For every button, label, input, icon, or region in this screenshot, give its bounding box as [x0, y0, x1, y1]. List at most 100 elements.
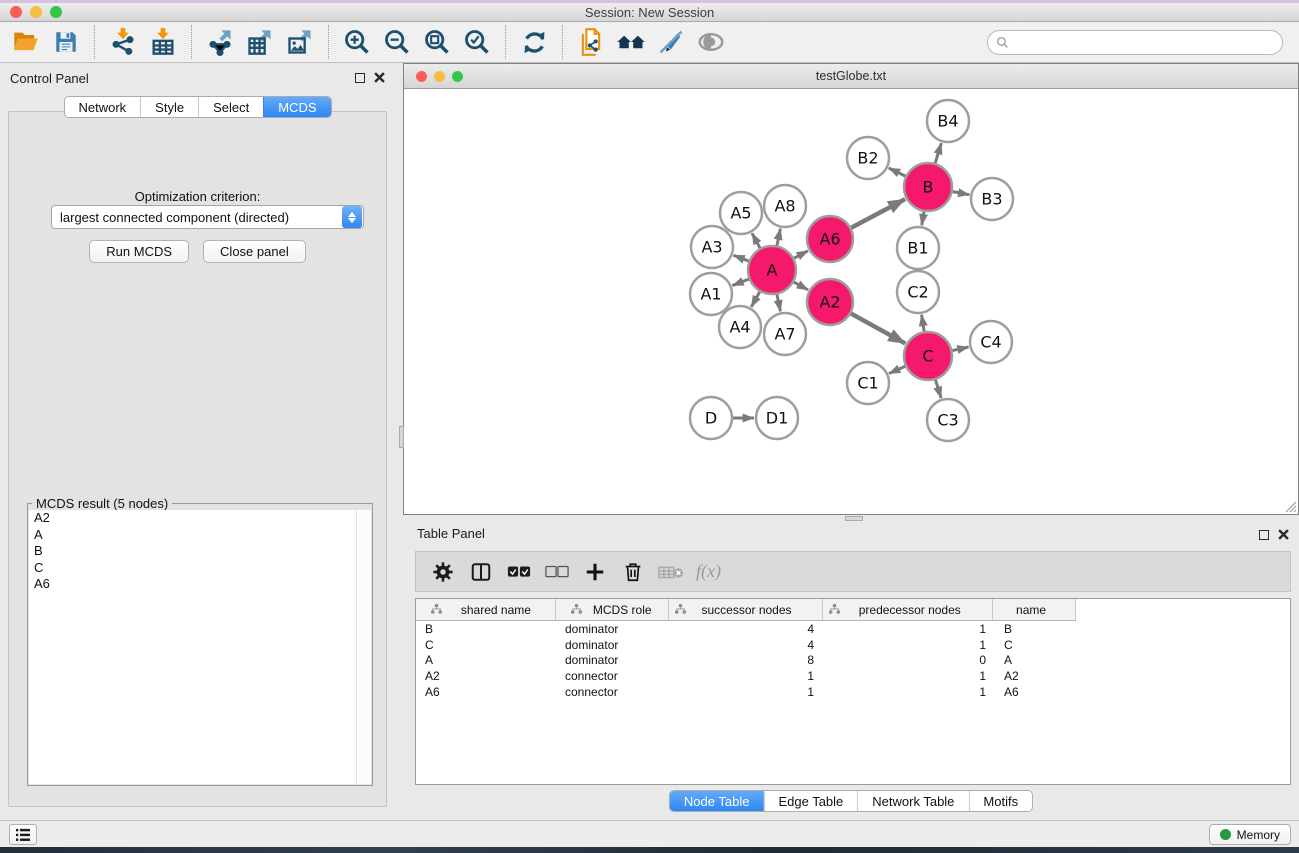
table-cell[interactable]: 8: [669, 653, 824, 667]
network-canvas[interactable]: AA1A2A3A4A5A6A7A8BB1B2B3B4CC1C2C3C4DD1: [404, 89, 1298, 514]
delete-table-button[interactable]: [652, 555, 690, 589]
column-header-successor-nodes[interactable]: successor nodes: [669, 599, 824, 620]
mcds-result-item[interactable]: A: [29, 527, 356, 544]
export-image-button[interactable]: [280, 24, 320, 60]
graph-edge[interactable]: [752, 233, 760, 248]
hide-labels-button[interactable]: [651, 24, 691, 60]
float-panel-icon[interactable]: [1259, 530, 1269, 540]
close-panel-icon[interactable]: [1278, 529, 1289, 540]
graph-edge[interactable]: [777, 229, 780, 246]
table-cell[interactable]: 1: [824, 622, 994, 636]
graph-edge[interactable]: [935, 380, 941, 398]
table-row[interactable]: A2connector11A2: [416, 668, 1290, 684]
table-cell[interactable]: A: [416, 653, 556, 667]
home-view-button[interactable]: [611, 24, 651, 60]
close-panel-icon[interactable]: [374, 72, 385, 83]
tab-edge-table[interactable]: Edge Table: [763, 791, 857, 811]
table-cell[interactable]: B: [994, 622, 1076, 636]
table-cell[interactable]: A6: [416, 685, 556, 699]
run-mcds-button[interactable]: Run MCDS: [89, 240, 189, 263]
task-history-button[interactable]: [9, 824, 37, 845]
open-session-button[interactable]: [6, 24, 46, 60]
table-cell[interactable]: dominator: [556, 638, 669, 652]
table-cell[interactable]: connector: [556, 669, 669, 683]
import-network-button[interactable]: [103, 24, 143, 60]
save-session-button[interactable]: [46, 24, 86, 60]
select-all-button[interactable]: [500, 555, 538, 589]
graph-edge[interactable]: [889, 366, 905, 373]
table-cell[interactable]: 1: [824, 638, 994, 652]
graph-edge[interactable]: [935, 143, 941, 163]
graph-edge[interactable]: [751, 292, 760, 307]
mcds-result-item[interactable]: A2: [29, 510, 356, 527]
resize-grip-icon[interactable]: [1283, 499, 1297, 513]
mcds-list-scrollbar[interactable]: [356, 510, 371, 784]
column-header-mcds-role[interactable]: MCDS role: [556, 599, 669, 620]
graph-edge[interactable]: [851, 314, 905, 344]
function-builder-button[interactable]: f(x): [696, 561, 721, 582]
create-column-button[interactable]: [576, 555, 614, 589]
graph-edge[interactable]: [922, 315, 925, 332]
mcds-result-item[interactable]: C: [29, 560, 356, 577]
table-cell[interactable]: 4: [669, 638, 824, 652]
float-panel-icon[interactable]: [355, 73, 365, 83]
zoom-selected-button[interactable]: [457, 24, 497, 60]
tab-select[interactable]: Select: [198, 97, 263, 117]
graph-edge[interactable]: [953, 192, 970, 195]
table-cell[interactable]: 0: [824, 653, 994, 667]
table-cell[interactable]: B: [416, 622, 556, 636]
mcds-result-item[interactable]: B: [29, 543, 356, 560]
table-cell[interactable]: C: [416, 638, 556, 652]
criterion-dropdown[interactable]: largest connected component (directed): [51, 205, 364, 229]
table-row[interactable]: A6connector11A6: [416, 684, 1290, 700]
search-input[interactable]: [1014, 35, 1274, 49]
zoom-fit-button[interactable]: [417, 24, 457, 60]
import-table-button[interactable]: [143, 24, 183, 60]
mcds-result-item[interactable]: A6: [29, 576, 356, 593]
graph-edge[interactable]: [733, 255, 748, 261]
graph-edge[interactable]: [889, 168, 906, 176]
table-row[interactable]: Bdominator41B: [416, 621, 1290, 637]
refresh-view-button[interactable]: [514, 24, 554, 60]
network-graph[interactable]: AA1A2A3A4A5A6A7A8BB1B2B3B4CC1C2C3C4DD1: [404, 89, 1298, 514]
graph-edge[interactable]: [777, 294, 780, 311]
column-header-predecessor-nodes[interactable]: predecessor nodes: [823, 599, 993, 620]
tab-mcds[interactable]: MCDS: [263, 97, 330, 117]
clone-network-button[interactable]: [571, 24, 611, 60]
graph-edge[interactable]: [794, 251, 808, 258]
graph-edge[interactable]: [732, 279, 748, 285]
table-cell[interactable]: 1: [669, 685, 824, 699]
table-settings-button[interactable]: [424, 555, 462, 589]
table-row[interactable]: Adominator80A: [416, 653, 1290, 669]
zoom-out-button[interactable]: [377, 24, 417, 60]
memory-button[interactable]: Memory: [1209, 824, 1291, 845]
table-cell[interactable]: dominator: [556, 653, 669, 667]
graph-edge[interactable]: [952, 347, 968, 351]
show-columns-button[interactable]: [462, 555, 500, 589]
table-cell[interactable]: 1: [824, 669, 994, 683]
column-header-name[interactable]: name: [993, 599, 1075, 620]
close-panel-button[interactable]: Close panel: [203, 240, 306, 263]
table-cell[interactable]: A2: [994, 669, 1076, 683]
graph-edge[interactable]: [851, 199, 905, 228]
table-cell[interactable]: A6: [994, 685, 1076, 699]
table-cell[interactable]: connector: [556, 685, 669, 699]
table-cell[interactable]: A: [994, 653, 1076, 667]
search-field[interactable]: [987, 30, 1283, 55]
table-cell[interactable]: dominator: [556, 622, 669, 636]
graph-edge[interactable]: [794, 282, 808, 290]
export-network-button[interactable]: [200, 24, 240, 60]
table-cell[interactable]: A2: [416, 669, 556, 683]
table-cell[interactable]: C: [994, 638, 1076, 652]
tab-network[interactable]: Network: [64, 97, 140, 117]
table-cell[interactable]: 1: [824, 685, 994, 699]
graphics-details-button[interactable]: [691, 24, 731, 60]
table-cell[interactable]: 4: [669, 622, 824, 636]
network-window-titlebar[interactable]: testGlobe.txt: [404, 64, 1298, 89]
tab-node-table[interactable]: Node Table: [670, 791, 764, 811]
tab-style[interactable]: Style: [140, 97, 198, 117]
mcds-result-list[interactable]: A2ABCA6: [29, 510, 356, 784]
export-table-button[interactable]: [240, 24, 280, 60]
graph-edge[interactable]: [922, 212, 924, 226]
table-cell[interactable]: 1: [669, 669, 824, 683]
